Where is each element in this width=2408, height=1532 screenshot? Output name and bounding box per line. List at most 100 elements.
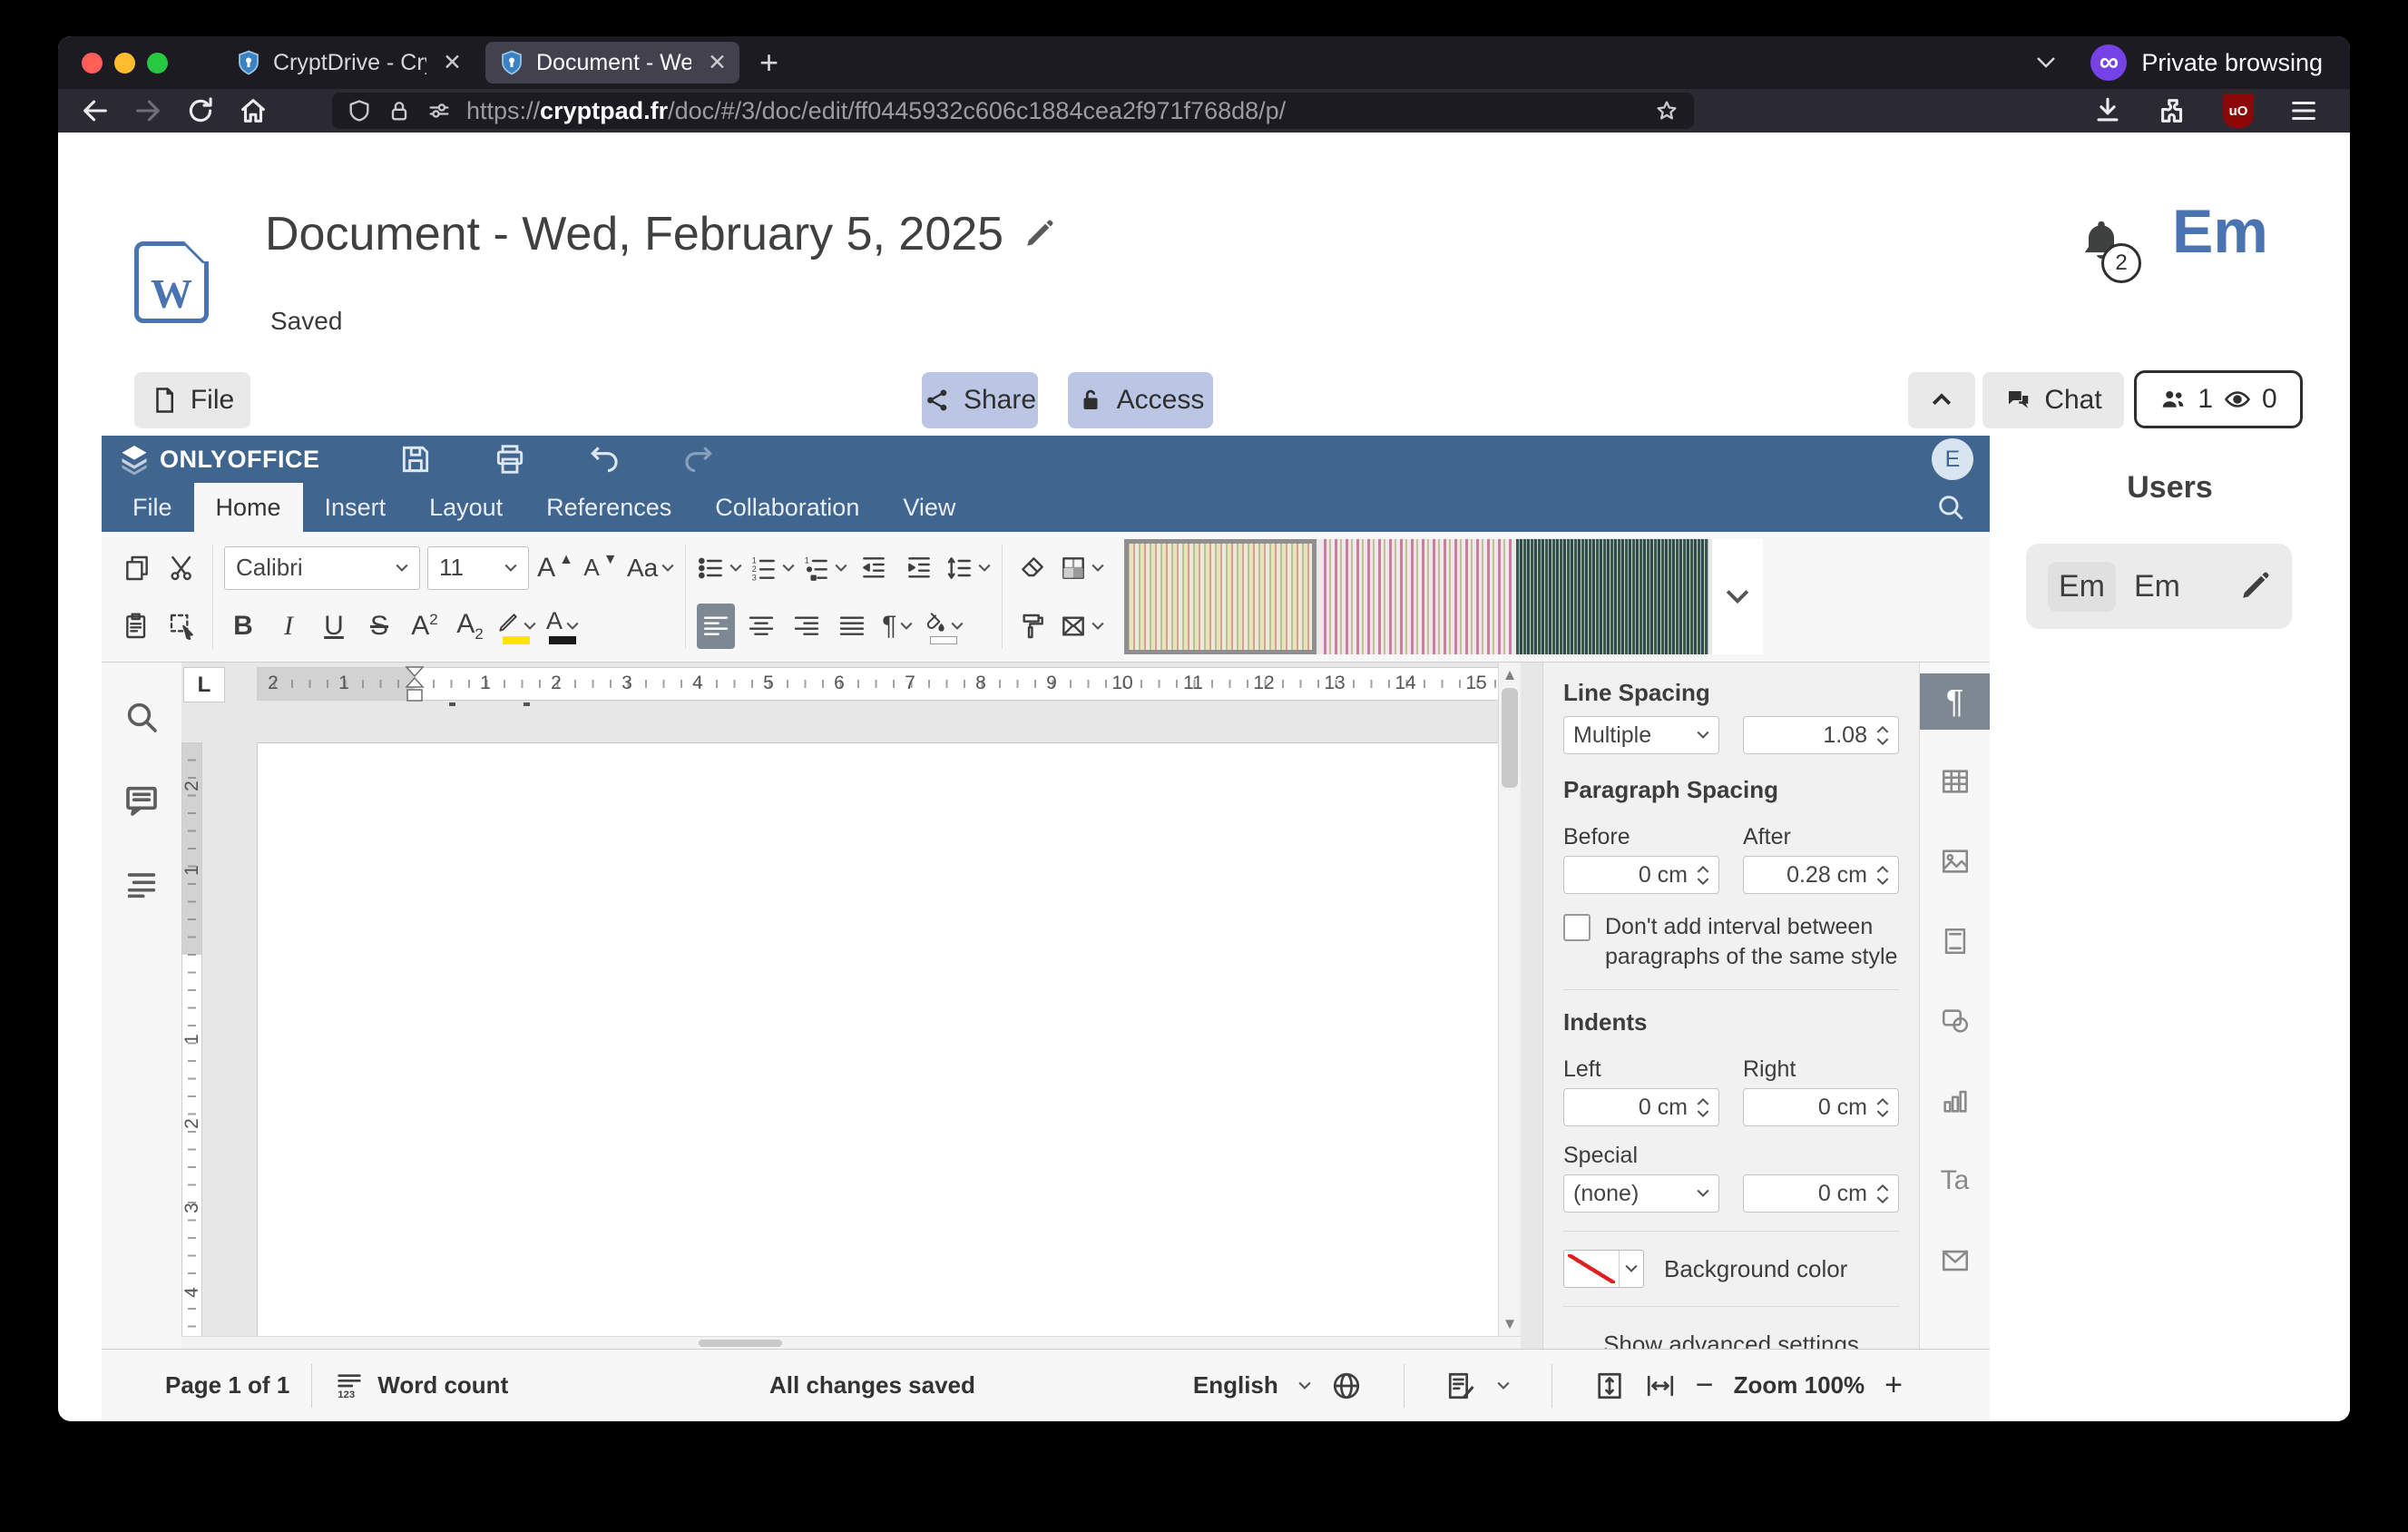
zoom-level[interactable]: Zoom 100% — [1734, 1371, 1865, 1399]
print-icon[interactable] — [493, 442, 527, 476]
styles-expand-button[interactable] — [1712, 539, 1763, 654]
notifications-bell[interactable]: 2 — [2076, 214, 2134, 280]
decrease-font-button[interactable]: A▼ — [582, 545, 620, 591]
menu-tab-references[interactable]: References — [524, 483, 693, 532]
horizontal-scrollbar[interactable] — [181, 1336, 1521, 1350]
editor-user-avatar[interactable]: E — [1932, 438, 1973, 480]
back-button[interactable] — [80, 95, 111, 126]
align-right-button[interactable] — [788, 604, 826, 649]
comments-button[interactable] — [123, 782, 160, 819]
home-button[interactable] — [238, 95, 269, 126]
scroll-down-arrow[interactable]: ▼ — [1499, 1315, 1521, 1333]
clear-style-button[interactable] — [1013, 545, 1052, 591]
tab-stop-selector[interactable]: L — [183, 667, 225, 702]
textart-settings-tab[interactable]: Ta — [1920, 1153, 1991, 1209]
highlight-color-button[interactable] — [496, 604, 536, 649]
fit-width-icon[interactable] — [1645, 1370, 1676, 1401]
zoom-in-button[interactable]: + — [1884, 1368, 1903, 1403]
line-spacing-value-input[interactable]: 1.08 — [1743, 716, 1899, 754]
bullet-list-button[interactable] — [697, 545, 742, 591]
close-window-button[interactable] — [82, 53, 103, 74]
menu-tab-view[interactable]: View — [881, 483, 977, 532]
spacing-before-input[interactable]: 0 cm — [1563, 856, 1719, 894]
subscript-button[interactable]: A2 — [451, 604, 489, 649]
menu-tab-home[interactable]: Home — [194, 483, 303, 532]
menu-tab-layout[interactable]: Layout — [407, 483, 524, 532]
new-tab-button[interactable]: + — [759, 44, 778, 82]
participants-indicator[interactable]: 1 0 — [2134, 370, 2303, 428]
access-button[interactable]: Access — [1068, 372, 1213, 428]
editor-search-button[interactable] — [1935, 483, 1966, 532]
tab-close-icon[interactable]: ✕ — [702, 49, 727, 76]
navigation-headings-button[interactable] — [123, 866, 160, 902]
horizontal-scroll-thumb[interactable] — [699, 1340, 782, 1347]
select-all-button[interactable] — [163, 604, 201, 649]
undo-icon[interactable] — [587, 442, 622, 476]
account-name[interactable]: Em — [2172, 196, 2268, 267]
multilevel-list-button[interactable]: 1 — [802, 545, 847, 591]
chat-button[interactable]: Chat — [1982, 372, 2124, 428]
tab-close-icon[interactable]: ✕ — [437, 49, 462, 76]
menu-tab-insert[interactable]: Insert — [303, 483, 408, 532]
tab-cryptdrive[interactable]: CryptDrive - CryptPad.fr ✕ — [222, 42, 475, 83]
minimize-window-button[interactable] — [114, 53, 135, 74]
paragraph-shading-button[interactable] — [924, 604, 964, 649]
scroll-up-arrow[interactable]: ▲ — [1499, 666, 1521, 684]
no-interval-checkbox-label[interactable]: Don't add interval between paragraphs of… — [1605, 912, 1899, 971]
justify-button[interactable] — [833, 604, 871, 649]
special-select[interactable]: (none) — [1563, 1174, 1719, 1213]
collapse-toolbar-button[interactable] — [1908, 372, 1975, 428]
no-interval-checkbox[interactable] — [1563, 914, 1591, 941]
line-spacing-button[interactable] — [945, 545, 991, 591]
downloads-icon[interactable] — [2092, 95, 2123, 126]
show-advanced-settings-link[interactable]: Show advanced settings — [1603, 1331, 1859, 1350]
style-preview-no-spacing[interactable] — [1320, 539, 1512, 654]
shape-settings-tab[interactable] — [1920, 993, 1991, 1049]
document-language-globe-icon[interactable] — [1331, 1370, 1362, 1401]
lock-icon[interactable] — [387, 98, 412, 123]
decrease-indent-button[interactable] — [855, 545, 893, 591]
indent-marker[interactable] — [405, 666, 425, 704]
share-button[interactable]: Share — [922, 372, 1038, 428]
tracking-shield-icon[interactable] — [347, 98, 372, 123]
menu-hamburger-icon[interactable] — [2288, 95, 2319, 126]
nonprinting-chars-button[interactable]: ¶ — [878, 604, 916, 649]
vertical-scroll-thumb[interactable] — [1502, 688, 1518, 788]
copy-button[interactable] — [118, 545, 156, 591]
paste-button[interactable] — [118, 604, 156, 649]
indent-right-input[interactable]: 0 cm — [1743, 1088, 1899, 1126]
list-tabs-chevron-icon[interactable] — [2036, 56, 2056, 69]
align-left-button[interactable] — [697, 604, 735, 649]
redo-icon[interactable] — [681, 442, 716, 476]
cell-shading-button[interactable] — [1059, 545, 1104, 591]
font-size-select[interactable]: 11 — [427, 546, 529, 590]
underline-button[interactable]: U — [315, 604, 353, 649]
save-icon[interactable] — [398, 442, 433, 476]
font-color-button[interactable]: A — [543, 604, 582, 649]
image-settings-tab[interactable] — [1920, 833, 1991, 889]
fit-page-icon[interactable] — [1594, 1370, 1625, 1401]
mail-merge-button[interactable] — [1059, 604, 1104, 649]
reload-button[interactable] — [185, 95, 216, 126]
menu-tab-collaboration[interactable]: Collaboration — [693, 483, 881, 532]
italic-button[interactable]: I — [269, 604, 308, 649]
superscript-button[interactable]: A2 — [406, 604, 444, 649]
tab-document-active[interactable]: Document - Wed, February 5, 2025 ✕ — [485, 42, 739, 83]
change-case-button[interactable]: Aa — [627, 545, 674, 591]
user-row[interactable]: Em Em — [2026, 544, 2292, 629]
increase-font-button[interactable]: A▲ — [536, 545, 574, 591]
background-color-picker[interactable] — [1563, 1250, 1644, 1288]
mailmerge-settings-tab[interactable] — [1920, 1232, 1991, 1289]
url-bar[interactable]: https://cryptpad.fr/doc/#/3/doc/edit/ff0… — [332, 93, 1694, 129]
special-value-input[interactable]: 0 cm — [1743, 1174, 1899, 1213]
align-center-button[interactable] — [742, 604, 780, 649]
document-page[interactable] — [257, 742, 1499, 1337]
table-settings-tab[interactable] — [1920, 753, 1991, 810]
bold-button[interactable]: B — [224, 604, 262, 649]
permissions-sliders-icon[interactable] — [426, 98, 452, 123]
menu-tab-file[interactable]: File — [111, 483, 194, 532]
find-button[interactable] — [123, 699, 160, 735]
forward-button[interactable] — [132, 95, 163, 126]
language-select[interactable]: English — [1193, 1371, 1278, 1399]
url-text[interactable]: https://cryptpad.fr/doc/#/3/doc/edit/ff0… — [466, 97, 1654, 125]
